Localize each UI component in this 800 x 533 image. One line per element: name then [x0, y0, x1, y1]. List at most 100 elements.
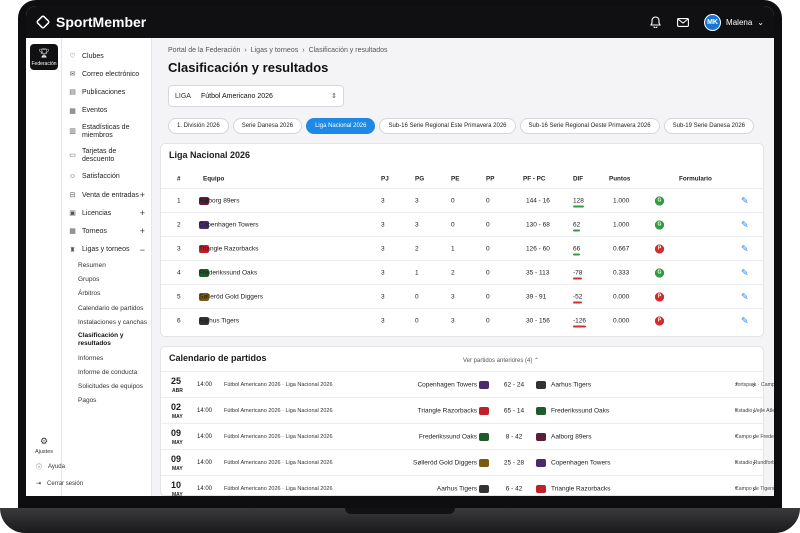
pencil-icon[interactable]: ✎	[741, 195, 749, 206]
breadcrumb-item[interactable]: Portal de la Federación	[168, 47, 240, 54]
settings-button[interactable]: ⚙ Ajustes	[28, 436, 60, 455]
mail-icon[interactable]	[676, 15, 690, 29]
pencil-icon[interactable]: ✎	[741, 267, 749, 278]
tab-6[interactable]: Sub-19 Serie Danesa 2026	[663, 118, 754, 134]
previous-matches-link[interactable]: Ver partidos anteriores (4) ⌃	[463, 357, 539, 364]
help-link[interactable]: ⓘ Ayuda	[26, 462, 152, 472]
match-time: 14:00	[197, 485, 213, 492]
home-team-logo-icon	[479, 458, 489, 467]
match-month: MAY	[172, 440, 183, 446]
sidebar-subitem-8[interactable]: Informe de conducta	[62, 365, 151, 379]
row-points: 1.000	[613, 197, 630, 204]
chart-icon: ▥	[69, 127, 76, 135]
row-pp: 0	[486, 197, 490, 204]
federation-button[interactable]: 🏆︎ Federación	[30, 44, 58, 70]
sidebar-item-label: Ligas y torneos	[82, 246, 130, 254]
away-team: Frederikssund Oaks	[551, 407, 610, 414]
sidebar-subitem-2[interactable]: Grupos	[62, 273, 151, 287]
table-row: 1Aalborg 89ers3300144 - 161281.000??GGG✎	[161, 188, 765, 212]
expand-icon[interactable]: +	[140, 190, 145, 200]
sidebar-item-3[interactable]: ▤ Publicaciones	[62, 83, 151, 101]
row-pp: 0	[486, 317, 490, 324]
sidebar-item-7[interactable]: ☺ Satisfacción	[62, 168, 151, 186]
row-pf: 39 - 91	[526, 293, 547, 300]
user-name: Malena	[726, 17, 753, 27]
pencil-icon[interactable]: ✎	[741, 219, 749, 230]
row-dif: -126	[573, 317, 587, 327]
header-pf-pc: PF - PC	[523, 175, 546, 183]
chevron-right-icon[interactable]: ›	[752, 432, 755, 441]
match-row[interactable]: 25 ABR 14:00 Fútbol Americano 2026 · Liga N…	[161, 371, 774, 397]
chevron-right-icon[interactable]: ›	[752, 406, 755, 415]
pencil-icon[interactable]: ✎	[741, 315, 749, 326]
brand-logo[interactable]: SportMember	[35, 14, 146, 30]
sidebar-item-9[interactable]: ▣ Licencias +	[62, 204, 151, 222]
book-icon: ▤	[69, 89, 76, 97]
tab-4[interactable]: Sub-16 Serie Regional Este Primavera 202…	[379, 118, 516, 134]
away-team-logo-icon	[536, 484, 546, 493]
away-team: Copenhagen Towers	[551, 459, 611, 466]
row-pp: 0	[486, 245, 490, 252]
settings-label: Ajustes	[34, 449, 54, 455]
sidebar-item-10[interactable]: ▦ Torneos +	[62, 222, 151, 240]
user-menu[interactable]: MK Malena ⌄	[704, 13, 764, 31]
match-row[interactable]: 10 MAY 14:00 Fútbol Americano 2026 · Liga N…	[161, 475, 774, 496]
bell-icon[interactable]	[648, 15, 662, 29]
sidebar-item-4[interactable]: ▦ Eventos	[62, 102, 151, 120]
chevron-right-icon[interactable]: ›	[752, 458, 755, 467]
sidebar-subitem-9[interactable]: Solicitudes de equipos	[62, 379, 151, 393]
row-points: 1.000	[613, 221, 630, 228]
sidebar-item-11[interactable]: ♜ Ligas y torneos −	[62, 241, 151, 259]
row-pe: 2	[451, 269, 455, 276]
row-pos: 6	[177, 317, 181, 324]
row-pf: 126 - 60	[526, 245, 550, 252]
row-pg: 0	[415, 317, 419, 324]
sidebar-subitem-10[interactable]: Pagos	[62, 393, 151, 407]
match-day: 10	[171, 480, 182, 490]
expand-icon[interactable]: +	[140, 226, 145, 236]
match-row[interactable]: 09 MAY 14:00 Fútbol Americano 2026 · Liga N…	[161, 449, 774, 475]
row-pp: 0	[486, 269, 490, 276]
tab-3[interactable]: Liga Nacional 2026	[306, 118, 376, 134]
match-row[interactable]: 02 MAY 14:00 Fútbol Americano 2026 · Liga N…	[161, 397, 774, 423]
sidebar-item-5[interactable]: ▥ Estadísticas de miembros	[62, 120, 151, 144]
sidebar-item-2[interactable]: ✉ Correo electrónico	[62, 65, 151, 83]
tournament-icon: ▦	[69, 228, 76, 236]
pencil-icon[interactable]: ✎	[741, 243, 749, 254]
matches-title: Calendario de partidos	[169, 353, 267, 363]
chevron-right-icon[interactable]: ›	[752, 484, 755, 493]
row-pg: 3	[415, 221, 419, 228]
form-result: G	[655, 220, 664, 229]
expand-icon[interactable]: +	[140, 208, 145, 218]
sidebar-subitem-6[interactable]: Clasificación y resultados	[62, 329, 132, 351]
sidebar-subitem-4[interactable]: Calendario de partidos	[62, 301, 151, 315]
sidebar-subitem-5[interactable]: Instalaciones y canchas	[62, 315, 151, 329]
standings-title: Liga Nacional 2026	[169, 150, 251, 160]
card-icon: ▭	[69, 151, 76, 159]
expand-icon[interactable]: −	[140, 245, 145, 255]
sidebar-subitem-1[interactable]: Resumen	[62, 259, 151, 273]
match-row[interactable]: 09 MAY 14:00 Fútbol Americano 2026 · Liga N…	[161, 423, 774, 449]
match-competition: Fútbol Americano 2026 · Liga Nacional 20…	[224, 381, 333, 388]
tab-1[interactable]: 1. División 2026	[168, 118, 229, 134]
sidebar-subitem-7[interactable]: Informes	[62, 351, 151, 365]
breadcrumb-item[interactable]: Clasificación y resultados	[309, 47, 388, 54]
sidebar-item-6[interactable]: ▭ Tarjetas de descuento	[62, 144, 151, 168]
match-day: 09	[171, 454, 182, 464]
away-team: Triangle Razorbacks	[551, 485, 611, 492]
row-dif: 66	[573, 245, 581, 255]
logout-link[interactable]: ⇥ Cerrar sesión	[26, 480, 152, 488]
tab-5[interactable]: Sub-16 Serie Regional Oeste Primavera 20…	[519, 118, 660, 134]
sidebar-item-8[interactable]: ⊟ Venta de entradas +	[62, 186, 151, 204]
laptop-notch	[345, 508, 455, 514]
smile-icon: ☺	[68, 173, 77, 181]
liga-select[interactable]: LIGA Fútbol Americano 2026 ⇕	[168, 85, 344, 107]
tab-2[interactable]: Serie Danesa 2026	[232, 118, 303, 134]
chevron-right-icon[interactable]: ›	[752, 380, 755, 389]
header-form: Formulario	[679, 175, 712, 183]
breadcrumb-item[interactable]: Ligas y torneos	[251, 47, 298, 54]
sidebar-item-1[interactable]: ♡ Clubes	[62, 47, 151, 65]
chevron-down-icon: ⌄	[757, 17, 764, 27]
pencil-icon[interactable]: ✎	[741, 291, 749, 302]
sidebar-subitem-3[interactable]: Árbitros	[62, 287, 151, 301]
